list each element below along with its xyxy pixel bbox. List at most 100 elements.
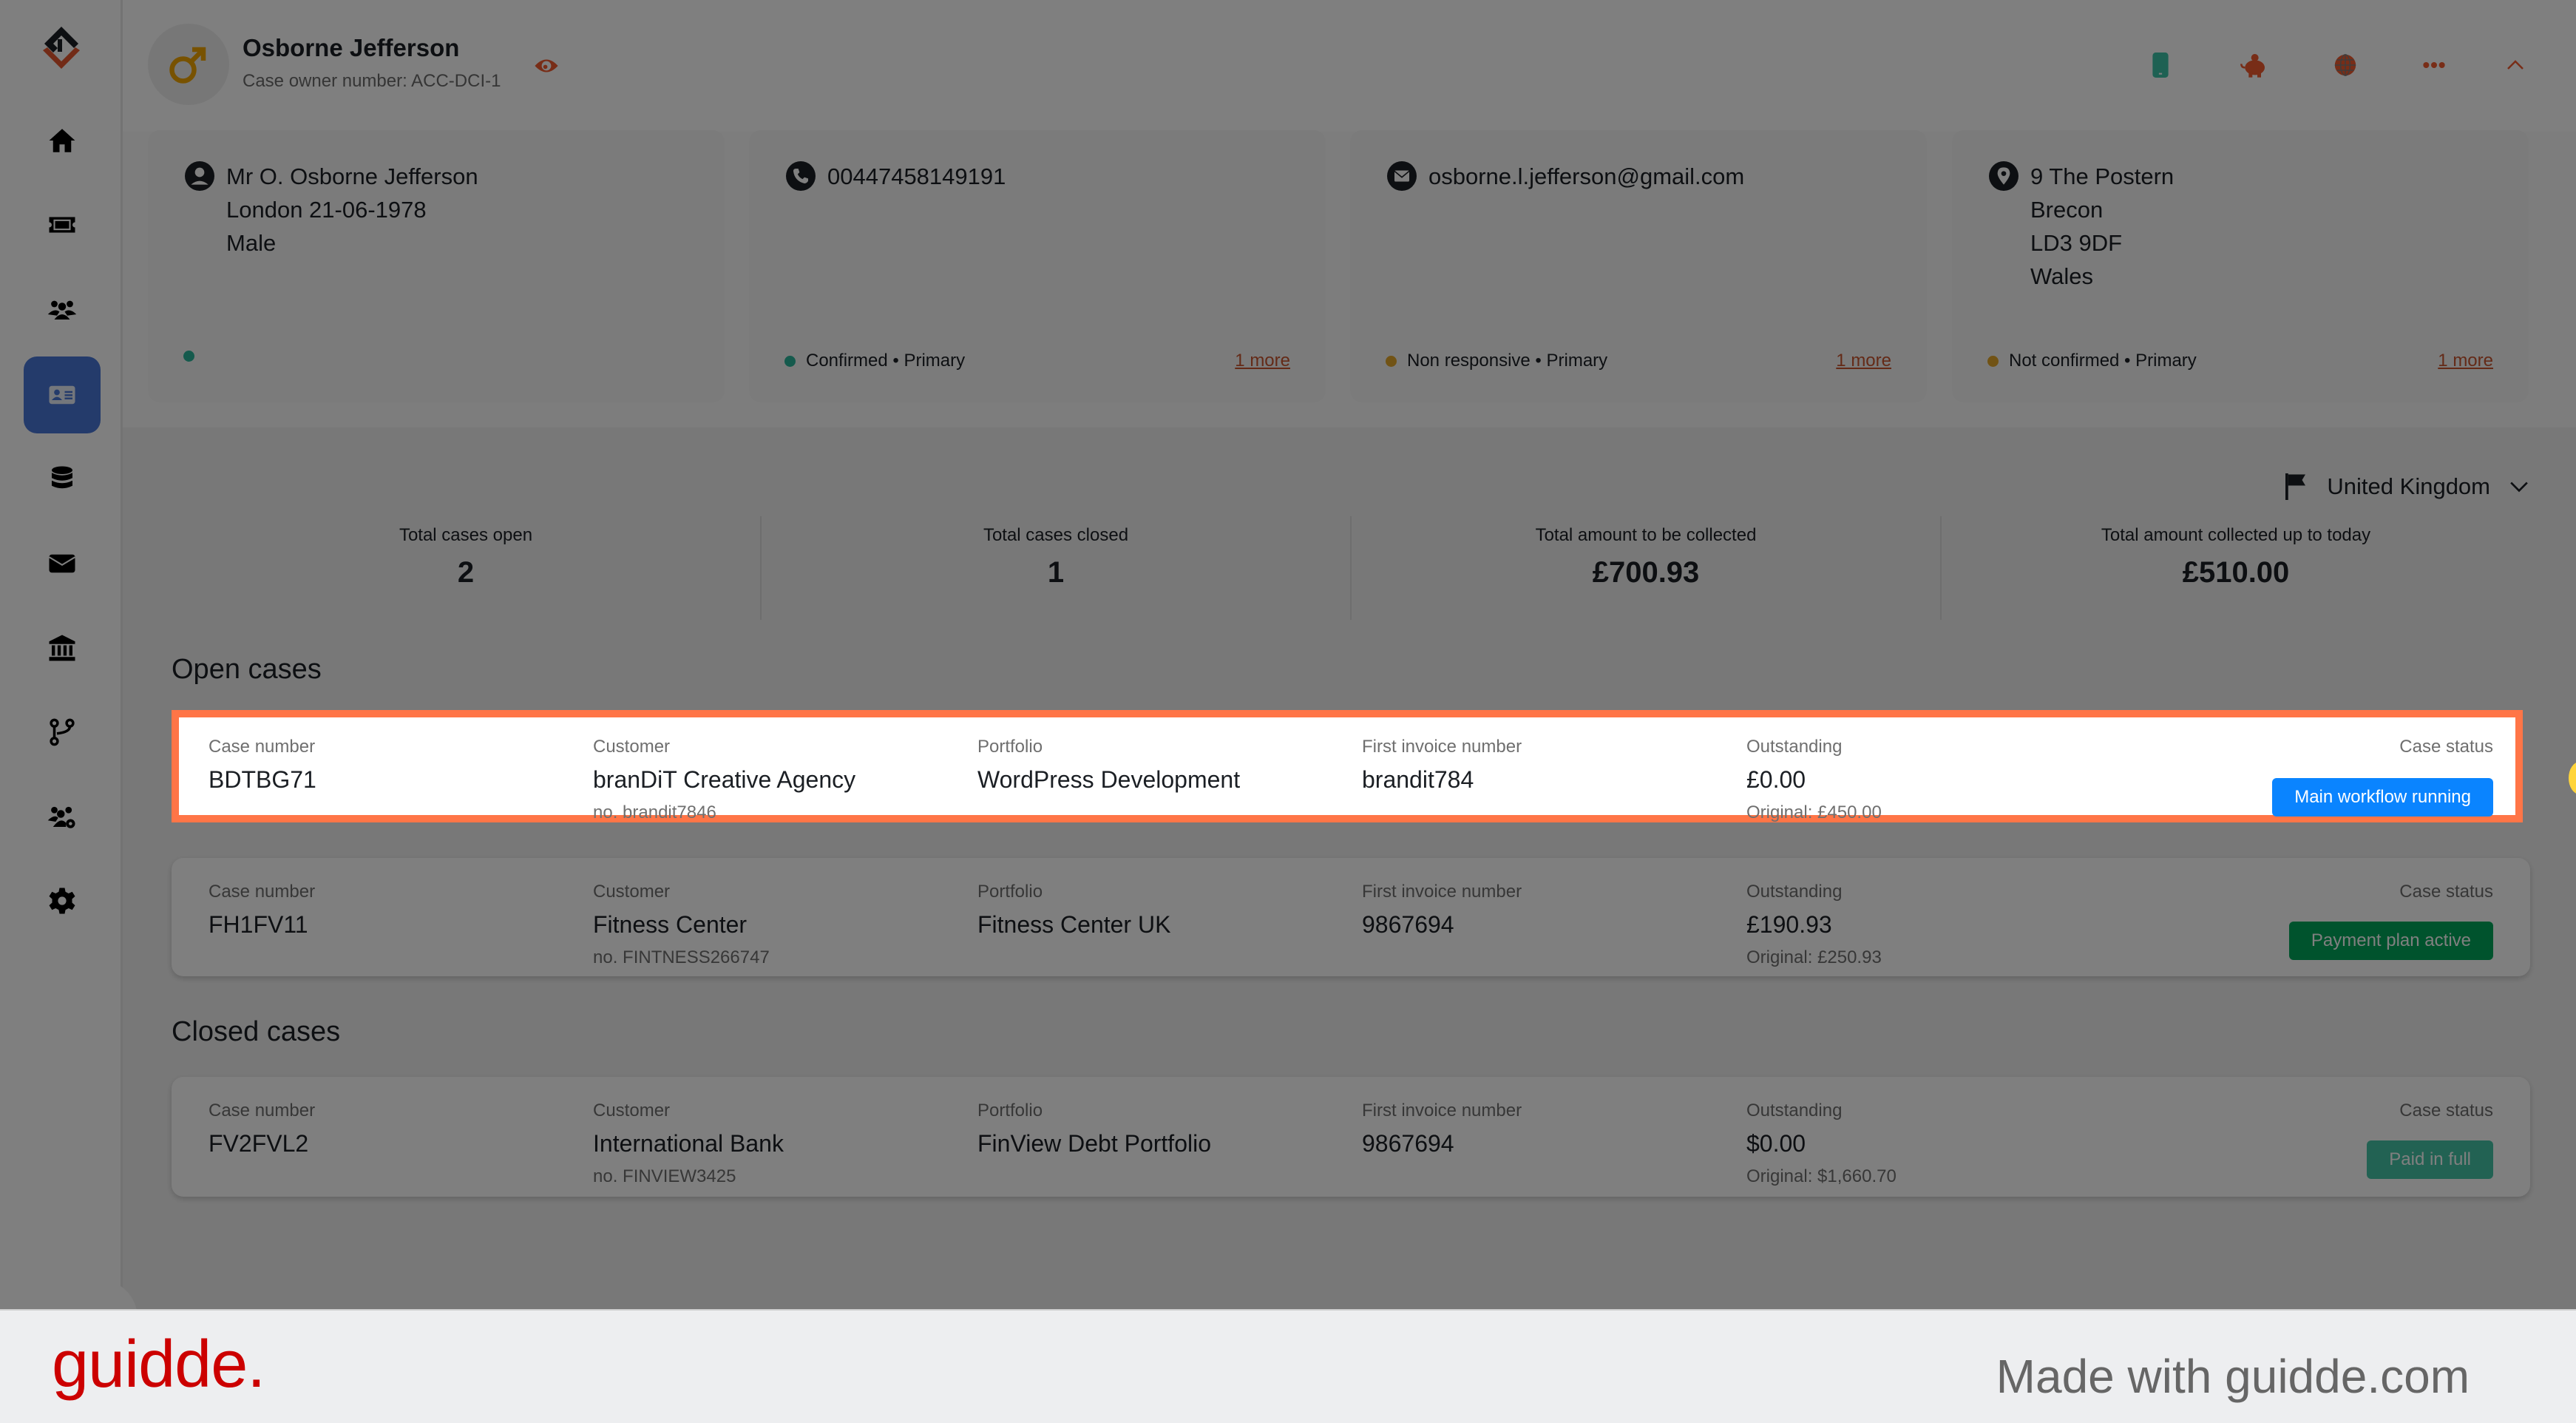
owner-name: Osborne Jefferson — [243, 34, 460, 61]
personal-info-lines: Mr O. Osborne Jefferson London 21-06-197… — [226, 160, 478, 260]
customer-number: no. brandit7846 — [593, 802, 716, 822]
highlighted-open-case-row[interactable]: Case number BDTBG71 Customer branDiT Cre… — [172, 710, 2523, 822]
customer-value: branDiT Creative Agency — [593, 766, 856, 793]
case-number-label: Case number — [209, 1101, 316, 1121]
country-value: United Kingdom — [2327, 473, 2490, 499]
sidebar-item-institutions[interactable] — [24, 609, 101, 686]
invoice-col: First invoice number brandit784 — [1362, 737, 1522, 794]
sidebar-item-customers[interactable] — [24, 271, 101, 348]
home-icon — [49, 129, 75, 152]
case-stats: Total cases open 2 Total cases closed 1 … — [172, 516, 2530, 620]
sidebar-item-database[interactable] — [24, 441, 101, 518]
stat-total-closed: Total cases closed 1 — [762, 516, 1352, 620]
globe-button[interactable] — [2329, 49, 2362, 81]
country-selector[interactable]: United Kingdom — [2285, 473, 2529, 500]
address-more-link[interactable]: 1 more — [2438, 351, 2493, 371]
status-dot — [183, 351, 194, 362]
customer-col: Customer branDiT Creative Agency no. bra… — [593, 737, 855, 823]
case-number-value: FH1FV11 — [209, 911, 308, 938]
collapse-header-button[interactable] — [2499, 49, 2532, 81]
closed-cases-heading: Closed cases — [172, 1016, 341, 1047]
status-badge: Payment plan active — [2288, 922, 2493, 960]
stat-label: Total cases closed — [983, 525, 1129, 545]
outstanding-col: Outstanding £190.93 Original: £250.93 — [1746, 882, 1882, 968]
sidebar-item-home[interactable] — [24, 102, 101, 179]
portfolio-col: Portfolio WordPress Development — [977, 737, 1240, 794]
phone-more-link[interactable]: 1 more — [1235, 351, 1290, 371]
branch-icon — [50, 718, 75, 746]
open-cases-heading: Open cases — [172, 654, 322, 685]
email-card: osborne.l.jefferson@gmail.com Non respon… — [1350, 130, 1927, 402]
invoice-col: First invoice number 9867694 — [1362, 1101, 1522, 1157]
app-logo-icon[interactable] — [35, 22, 87, 74]
portfolio-value: FinView Debt Portfolio — [977, 1130, 1211, 1157]
gender: Male — [226, 230, 277, 256]
stat-value: £700.93 — [1592, 556, 1700, 589]
sidebar-item-workflows[interactable] — [24, 694, 101, 771]
status-label: Case status — [2399, 737, 2493, 757]
mobile-icon — [2152, 53, 2169, 78]
database-icon — [52, 466, 72, 489]
status-label: Case status — [2399, 1101, 2493, 1121]
piggy-bank-icon — [2240, 54, 2265, 78]
contact-info-cards: Mr O. Osborne Jefferson London 21-06-197… — [148, 130, 2529, 402]
customer-label: Customer — [593, 737, 671, 757]
globe-icon — [2334, 54, 2356, 76]
stat-value: 1 — [1047, 556, 1065, 589]
mobile-button[interactable] — [2144, 49, 2177, 81]
customer-number: no. FINVIEW3425 — [593, 1166, 736, 1186]
app-window: Osborne Jefferson Case owner number: ACC… — [0, 0, 2576, 1346]
portfolio-label: Portfolio — [977, 1101, 1043, 1121]
outstanding-label: Outstanding — [1746, 737, 1843, 757]
email-more-link[interactable]: 1 more — [1836, 351, 1891, 371]
status-badge: Main workflow running — [2272, 778, 2493, 817]
phone-number[interactable]: 00447458149191 — [827, 160, 1006, 193]
address-lines: 9 The Postern Brecon LD3 9DF Wales — [2030, 160, 2174, 293]
status-dot — [1987, 355, 1999, 367]
owner-number: Case owner number: ACC-DCI-1 — [243, 71, 501, 91]
status-col: Case status Payment plan active — [2288, 882, 2493, 960]
more-icon — [2423, 62, 2445, 68]
ticket-icon — [49, 217, 75, 233]
sidebar-item-user-management[interactable] — [24, 778, 101, 855]
sidebar-item-case-owners[interactable] — [24, 356, 101, 433]
outstanding-label: Outstanding — [1746, 882, 1843, 902]
user-circle-icon — [185, 161, 214, 191]
outstanding-value: $0.00 — [1746, 1130, 1806, 1157]
invoice-label: First invoice number — [1362, 737, 1522, 757]
customer-value: Fitness Center — [593, 911, 748, 938]
closed-case-row[interactable]: Case number FV2FVL2 Customer Internation… — [172, 1077, 2530, 1197]
phone-status: Confirmed • Primary — [784, 351, 965, 371]
invoice-col: First invoice number 9867694 — [1362, 882, 1522, 939]
stat-to-be-collected: Total amount to be collected £700.93 — [1352, 516, 1942, 620]
invoice-value: 9867694 — [1362, 1130, 1454, 1157]
open-case-row[interactable]: Case number FH1FV11 Customer Fitness Cen… — [172, 858, 2530, 976]
piggy-bank-button[interactable] — [2237, 49, 2270, 81]
invoice-label: First invoice number — [1362, 1101, 1522, 1121]
guidde-logo: guidde. — [52, 1328, 265, 1402]
phone-icon — [786, 161, 816, 191]
email-address[interactable]: osborne.l.jefferson@gmail.com — [1428, 160, 1744, 193]
more-options-button[interactable] — [2418, 49, 2450, 81]
avatar — [148, 24, 229, 105]
sidebar-item-messages[interactable] — [24, 525, 101, 602]
stat-label: Total amount to be collected — [1535, 525, 1757, 545]
email-icon — [1387, 161, 1417, 191]
case-owner-header: Osborne Jefferson Case owner number: ACC… — [123, 0, 2576, 132]
address-country: Wales — [2030, 263, 2093, 289]
sidebar-item-settings[interactable] — [24, 862, 101, 939]
eye-icon[interactable] — [534, 53, 559, 78]
original-amount: Original: £250.93 — [1746, 947, 1882, 967]
outstanding-col: Outstanding £0.00 Original: £450.00 — [1746, 737, 1882, 823]
sidebar-item-tickets[interactable] — [24, 186, 101, 263]
case-number-label: Case number — [209, 737, 316, 757]
original-amount: Original: £450.00 — [1746, 802, 1882, 822]
case-number-value: FV2FVL2 — [209, 1130, 309, 1157]
stat-total-open: Total cases open 2 — [172, 516, 762, 620]
case-number-col: Case number FH1FV11 — [209, 882, 315, 939]
invoice-value: brandit784 — [1362, 766, 1474, 793]
case-number-value: BDTBG71 — [209, 766, 316, 793]
address-street: 9 The Postern — [2030, 163, 2175, 189]
flag-icon — [2285, 473, 2306, 500]
male-gender-icon — [169, 47, 206, 84]
